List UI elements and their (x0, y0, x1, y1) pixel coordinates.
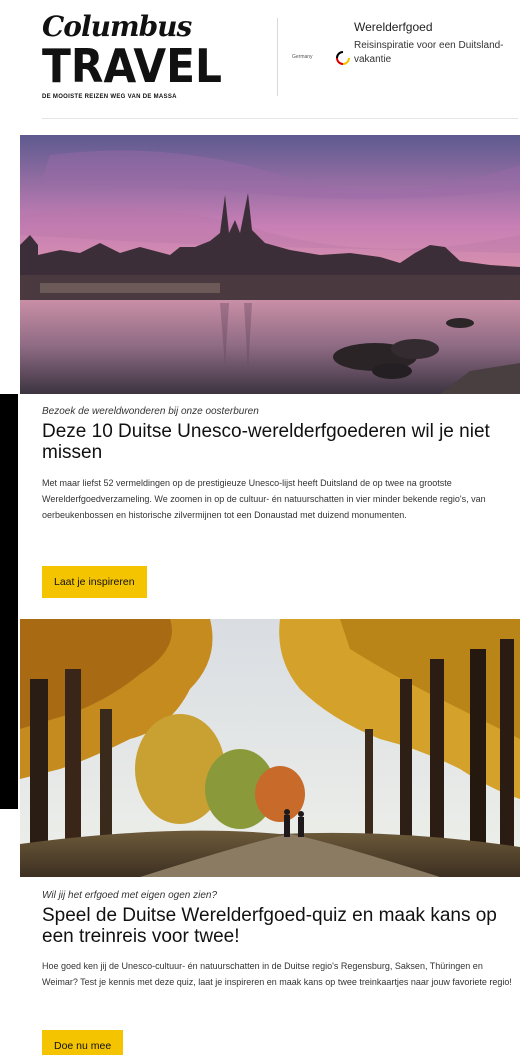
email-content: Columbus TRAVEL DE MOOISTE REIZEN WEG VA… (20, 0, 520, 1055)
header-subtitle: Reisinspiratie voor een Duitsland-vakant… (354, 40, 504, 65)
hero-image-regensburg[interactable] (20, 135, 520, 394)
email-header: Columbus TRAVEL DE MOOISTE REIZEN WEG VA… (20, 0, 520, 119)
germany-partner-badge: Germany (292, 51, 352, 65)
article-1-headline[interactable]: Deze 10 Duitse Unesco-werelderfgoederen … (42, 421, 512, 463)
article-1-kicker: Bezoek de wereldwonderen bij onze ooster… (42, 406, 259, 417)
header-title: Werelderfgoed (354, 20, 433, 34)
join-quiz-button[interactable]: Doe nu mee (42, 1030, 124, 1055)
inspire-button[interactable]: Laat je inspireren (42, 566, 147, 598)
article-1-body: Met maar liefst 52 vermeldingen op de pr… (42, 478, 486, 520)
logo-tagline: DE MOOISTE REIZEN WEG VAN DE MASSA (42, 94, 177, 100)
germany-partner-label: Germany (292, 54, 313, 60)
left-black-bar (0, 394, 18, 809)
email-page: Columbus TRAVEL DE MOOISTE REIZEN WEG VA… (0, 0, 520, 1055)
germany-flag-icon (336, 51, 350, 65)
header-divider (277, 18, 278, 96)
hero-image-autumn-park[interactable] (20, 619, 520, 877)
columbus-travel-logo[interactable]: Columbus TRAVEL DE MOOISTE REIZEN WEG VA… (42, 10, 230, 102)
article-2-kicker: Wil jij het erfgoed met eigen ogen zien? (42, 890, 218, 901)
logo-main-text: TRAVEL (42, 39, 222, 93)
article-2-body: Hoe goed ken jij de Unesco-cultuur- én n… (42, 961, 512, 987)
header-divider-line (42, 118, 518, 119)
article-2-headline[interactable]: Speel de Duitse Werelderfgoed-quiz en ma… (42, 905, 512, 947)
